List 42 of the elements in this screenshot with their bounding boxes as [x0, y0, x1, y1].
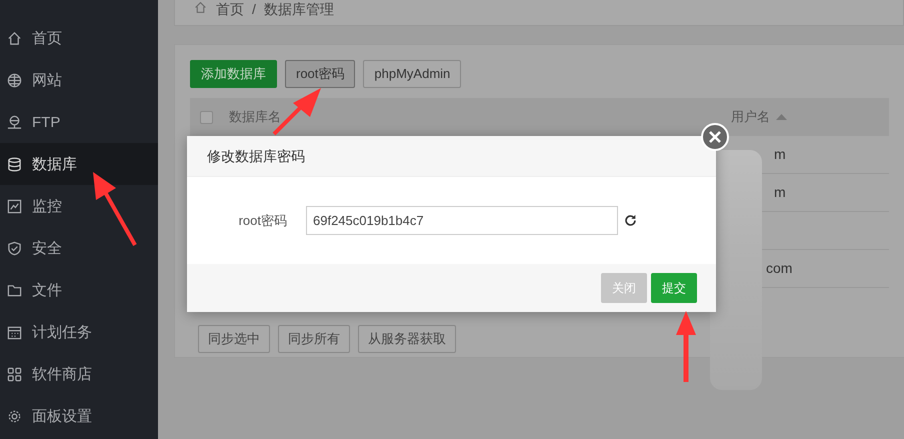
sync-button[interactable]: 同步选中	[198, 325, 270, 352]
database-icon	[7, 156, 22, 172]
annotation-arrow	[676, 311, 696, 382]
globe-icon	[7, 72, 22, 88]
table-cell-text: com	[766, 259, 792, 278]
toolbar-button[interactable]: root密码	[285, 60, 356, 88]
select-all-checkbox[interactable]	[200, 110, 213, 124]
chart-icon	[7, 198, 22, 214]
breadcrumb-separator: /	[252, 1, 256, 17]
sidebar-item[interactable]: FTP	[0, 101, 158, 143]
breadcrumb-link[interactable]: 首页	[216, 1, 244, 17]
sidebar-item[interactable]: 网站	[0, 59, 158, 101]
home-icon	[193, 1, 208, 14]
dialog-title: 修改数据库密码	[207, 146, 305, 166]
refresh-icon[interactable]	[624, 214, 637, 227]
sidebar-item[interactable]: 数据库	[0, 143, 158, 185]
table-cell-text: m	[774, 183, 786, 202]
breadcrumb-link[interactable]: 数据库管理	[264, 1, 334, 17]
sidebar-item[interactable]: 文件	[0, 269, 158, 311]
close-icon	[708, 130, 722, 144]
server-icon	[7, 114, 22, 130]
shield-icon	[7, 240, 22, 256]
sync-button[interactable]: 从服务器获取	[358, 325, 456, 352]
sync-button[interactable]: 同步所有	[278, 325, 350, 352]
calendar-icon	[7, 324, 22, 340]
toolbar-button[interactable]: 添加数据库	[190, 60, 277, 88]
sidebar-item[interactable]: 安全	[0, 227, 158, 269]
sidebar-item[interactable]: 面板设置	[0, 395, 158, 437]
column-header[interactable]: 数据库名	[229, 107, 281, 127]
gear-icon	[7, 408, 22, 424]
folder-icon	[7, 282, 22, 298]
sidebar-item[interactable]: 监控	[0, 185, 158, 227]
sidebar-item[interactable]: 首页	[0, 17, 158, 59]
sidebar-item[interactable]: 软件商店	[0, 353, 158, 395]
field-label: root密码	[238, 212, 288, 230]
toolbar-button[interactable]: phpMyAdmin	[363, 60, 462, 88]
table-cell-text: m	[774, 145, 786, 164]
submit-button[interactable]: 提交	[651, 273, 697, 303]
home-icon	[7, 30, 22, 46]
grid-icon	[7, 366, 22, 382]
sidebar-item[interactable]: 计划任务	[0, 311, 158, 353]
password-field[interactable]: 69f245c019b1b4c7	[306, 206, 618, 235]
